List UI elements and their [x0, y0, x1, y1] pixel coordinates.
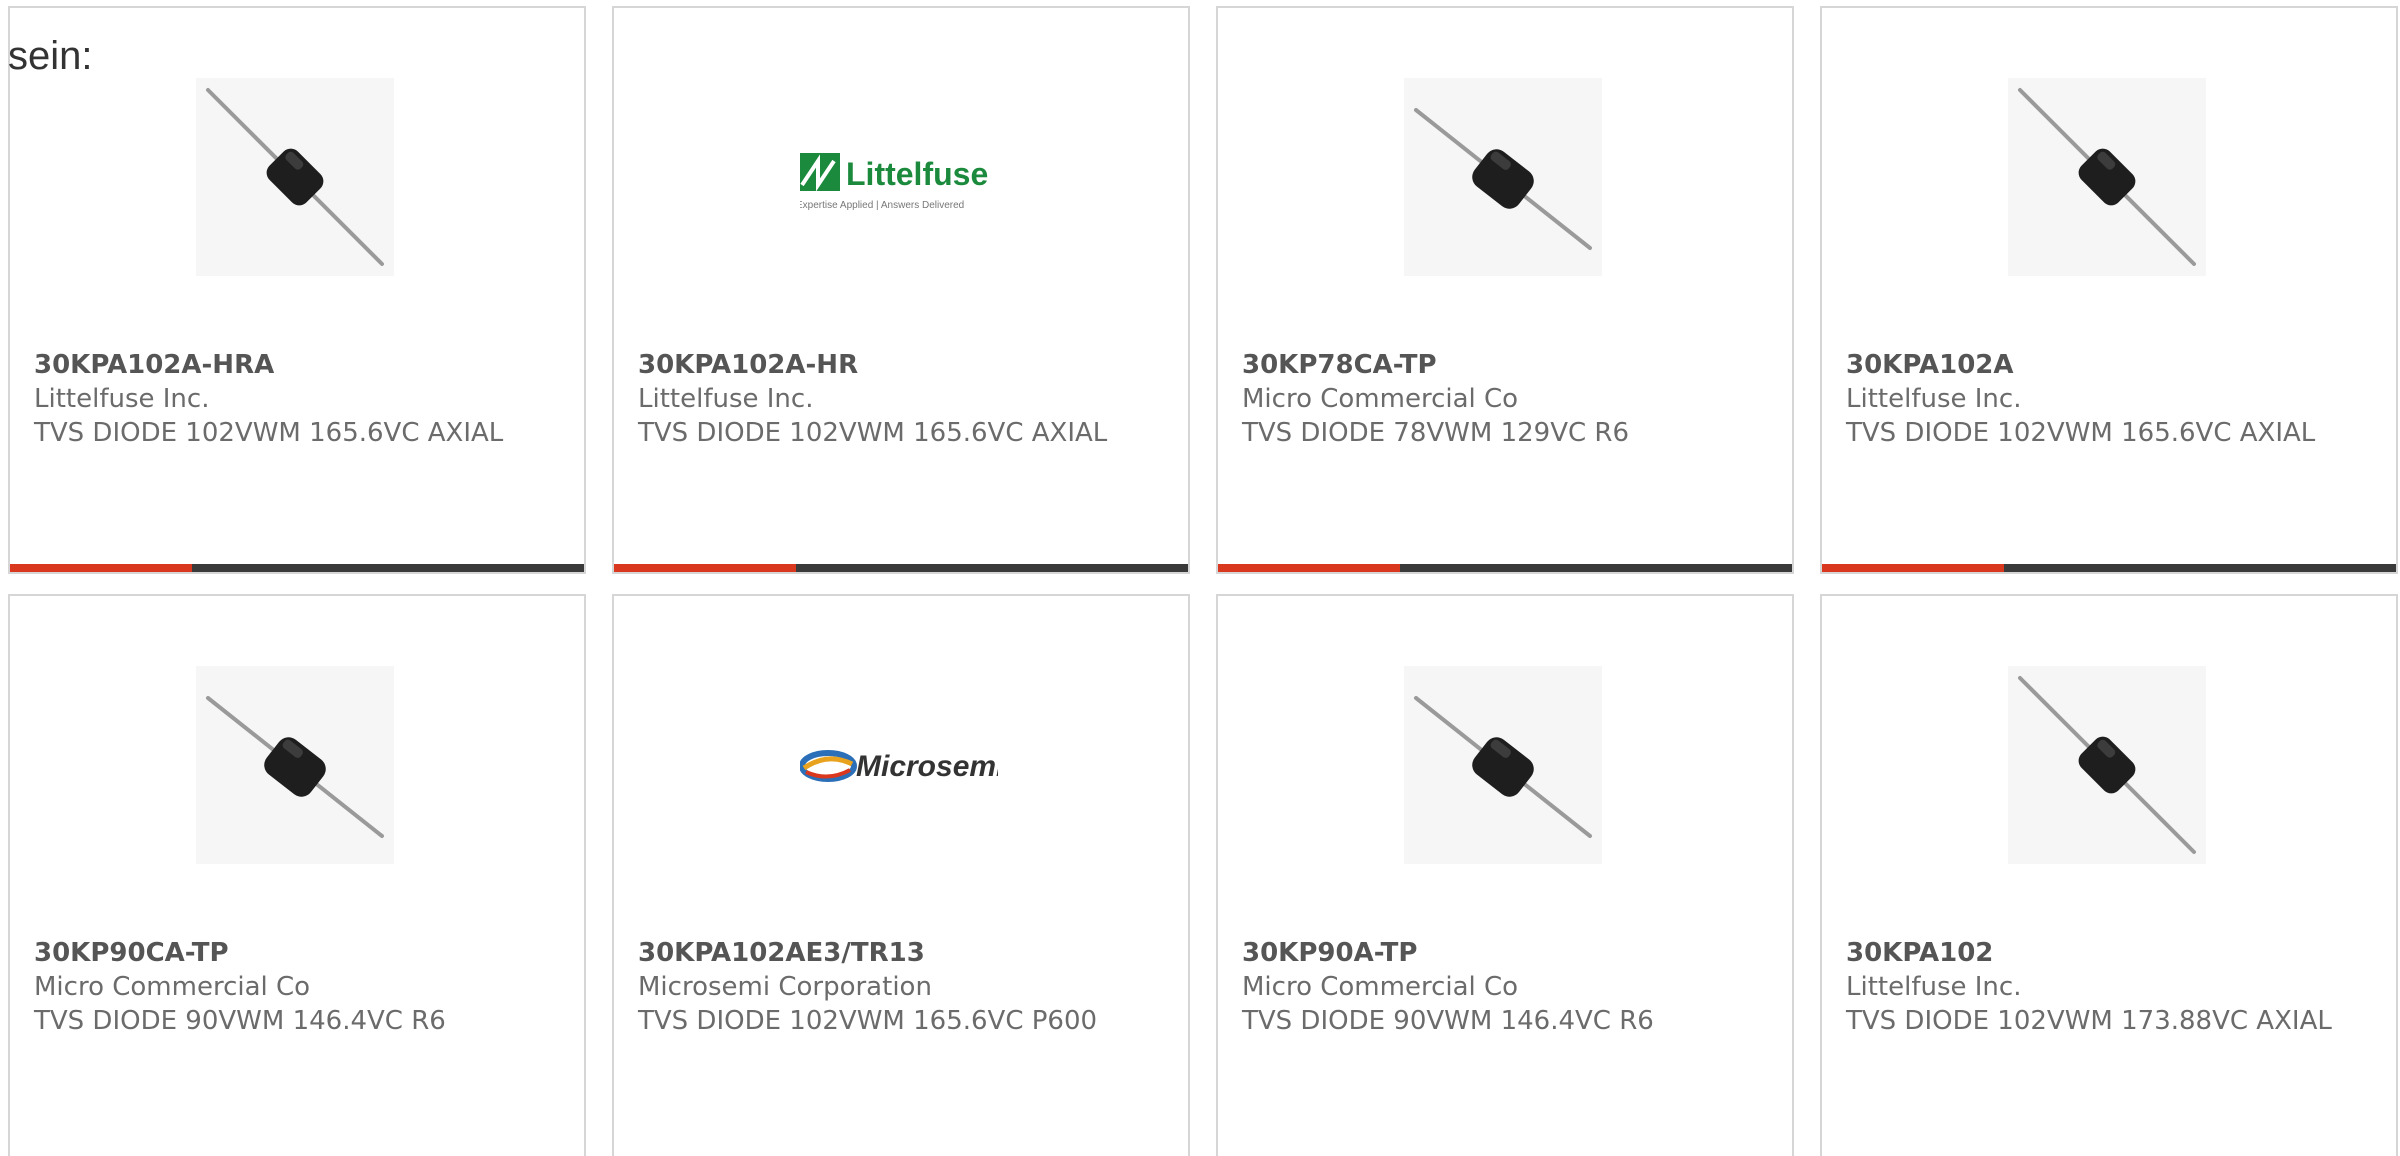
product-info: 30KPA102A Littelfuse Inc. TVS DIODE 102V…	[1846, 348, 2376, 450]
product-grid: 30KPA102A-HRA Littelfuse Inc. TVS DIODE …	[8, 6, 2398, 1156]
description: TVS DIODE 90VWM 146.4VC R6	[1242, 1006, 1654, 1036]
description: TVS DIODE 102VWM 165.6VC AXIAL	[34, 418, 504, 448]
axial-diode-icon	[1404, 666, 1602, 864]
axial-diode-icon	[196, 666, 394, 864]
part-number[interactable]: 30KP78CA-TP	[1242, 348, 1772, 382]
manufacturer: Micro Commercial Co	[1242, 384, 1519, 414]
description: TVS DIODE 102VWM 165.6VC AXIAL	[638, 418, 1108, 448]
description: TVS DIODE 102VWM 173.88VC AXIAL	[1846, 1006, 2332, 1036]
description: TVS DIODE 78VWM 129VC R6	[1242, 418, 1630, 448]
accent-bar	[1822, 564, 2396, 572]
product-card-30kp90a-tp[interactable]: 30KP90A-TP Micro Commercial Co TVS DIODE…	[1216, 594, 1794, 1156]
product-card-30kpa102[interactable]: 30KPA102 Littelfuse Inc. TVS DIODE 102VW…	[1820, 594, 2398, 1156]
manufacturer: Micro Commercial Co	[1242, 972, 1519, 1002]
description: TVS DIODE 90VWM 146.4VC R6	[34, 1006, 446, 1036]
accent-bar	[1218, 564, 1792, 572]
product-card-30kpa102a[interactable]: 30KPA102A Littelfuse Inc. TVS DIODE 102V…	[1820, 6, 2398, 574]
part-number[interactable]: 30KPA102A	[1846, 348, 2376, 382]
part-number[interactable]: 30KPA102	[1846, 936, 2376, 970]
manufacturer: Microsemi Corporation	[638, 972, 932, 1002]
part-number[interactable]: 30KPA102A-HRA	[34, 348, 564, 382]
product-info: 30KPA102A-HR Littelfuse Inc. TVS DIODE 1…	[638, 348, 1168, 450]
svg-text:Microsemi: Microsemi	[856, 750, 998, 783]
manufacturer: Littelfuse Inc.	[1846, 384, 2022, 414]
page: 30KPA102A-HRA Littelfuse Inc. TVS DIODE …	[0, 0, 2400, 1156]
manufacturer: Littelfuse Inc.	[1846, 972, 2022, 1002]
product-info: 30KP90A-TP Micro Commercial Co TVS DIODE…	[1242, 936, 1772, 1038]
axial-diode-icon	[1404, 78, 1602, 276]
accent-bar	[10, 564, 584, 572]
product-card-30kpa102a-hr[interactable]: Littelfuse Expertise Applied | Answers D…	[612, 6, 1190, 574]
axial-diode-icon	[2008, 666, 2206, 864]
product-card-30kp90ca-tp[interactable]: 30KP90CA-TP Micro Commercial Co TVS DIOD…	[8, 594, 586, 1156]
axial-diode-icon	[196, 78, 394, 276]
product-info: 30KPA102A-HRA Littelfuse Inc. TVS DIODE …	[34, 348, 564, 450]
svg-text:Expertise Applied | Answers De: Expertise Applied | Answers Delivered	[800, 200, 964, 211]
part-number[interactable]: 30KPA102AE3/TR13	[638, 936, 1168, 970]
product-info: 30KP90CA-TP Micro Commercial Co TVS DIOD…	[34, 936, 564, 1038]
part-number[interactable]: 30KPA102A-HR	[638, 348, 1168, 382]
intro-text: sein:	[8, 34, 93, 78]
manufacturer: Micro Commercial Co	[34, 972, 311, 1002]
description: TVS DIODE 102VWM 165.6VC AXIAL	[1846, 418, 2316, 448]
axial-diode-icon	[2008, 78, 2206, 276]
part-number[interactable]: 30KP90A-TP	[1242, 936, 1772, 970]
part-number[interactable]: 30KP90CA-TP	[34, 936, 564, 970]
description: TVS DIODE 102VWM 165.6VC P600	[638, 1006, 1098, 1036]
product-card-30kp78ca-tp[interactable]: 30KP78CA-TP Micro Commercial Co TVS DIOD…	[1216, 6, 1794, 574]
manufacturer: Littelfuse Inc.	[638, 384, 814, 414]
product-info: 30KPA102 Littelfuse Inc. TVS DIODE 102VW…	[1846, 936, 2376, 1038]
manufacturer: Littelfuse Inc.	[34, 384, 210, 414]
product-info: 30KPA102AE3/TR13 Microsemi Corporation T…	[638, 936, 1168, 1038]
product-info: 30KP78CA-TP Micro Commercial Co TVS DIOD…	[1242, 348, 1772, 450]
svg-text:Littelfuse: Littelfuse	[846, 156, 988, 192]
microsemi-logo: Microsemi	[800, 666, 998, 864]
accent-bar	[614, 564, 1188, 572]
littelfuse-logo: Littelfuse Expertise Applied | Answers D…	[800, 78, 998, 276]
product-card-30kpa102ae3-tr13[interactable]: Microsemi 30KPA102AE3/TR13 Microsemi Cor…	[612, 594, 1190, 1156]
product-card-30kpa102a-hra[interactable]: 30KPA102A-HRA Littelfuse Inc. TVS DIODE …	[8, 6, 586, 574]
